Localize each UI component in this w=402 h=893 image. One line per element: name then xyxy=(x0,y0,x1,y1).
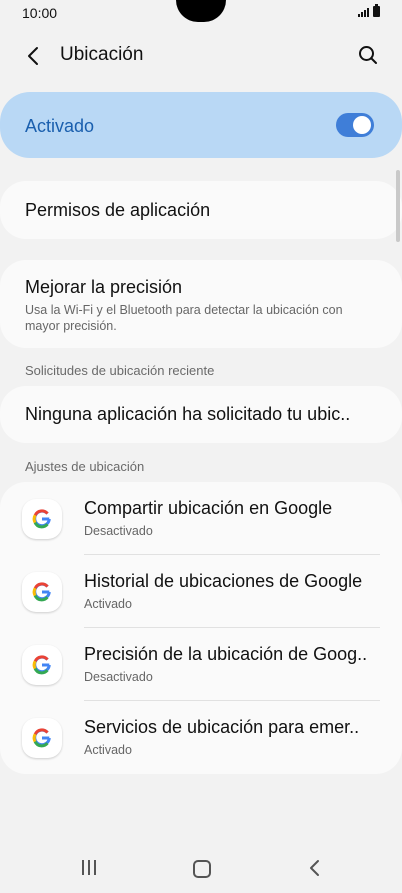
list-item-status: Activado xyxy=(84,597,132,611)
app-permissions-item[interactable]: Permisos de aplicación xyxy=(0,181,402,239)
toggle-knob xyxy=(353,116,371,134)
list-item-location-history[interactable]: Historial de ubicaciones de Google Activ… xyxy=(0,555,402,628)
location-toggle[interactable] xyxy=(336,113,374,137)
improve-accuracy-item[interactable]: Mejorar la precisión Usa la Wi-Fi y el B… xyxy=(0,260,402,348)
search-icon[interactable] xyxy=(356,43,380,67)
home-icon[interactable] xyxy=(193,860,211,878)
list-item-title: Compartir ubicación en Google xyxy=(84,498,333,518)
list-item-status: Activado xyxy=(84,743,132,757)
google-icon xyxy=(22,572,62,612)
location-settings-list: Compartir ubicación en Google Desactivad… xyxy=(0,482,402,774)
status-icons xyxy=(358,4,380,17)
list-item-title: Historial de ubicaciones de Google xyxy=(84,571,363,591)
back-arrow-icon[interactable] xyxy=(22,44,46,68)
google-icon xyxy=(22,718,62,758)
list-item-status: Desactivado xyxy=(84,670,153,684)
status-time: 10:00 xyxy=(22,5,58,21)
location-master-switch[interactable]: Activado xyxy=(0,92,402,158)
signal-icon xyxy=(358,7,369,17)
app-permissions-label: Permisos de aplicación xyxy=(25,200,211,220)
list-item-status: Desactivado xyxy=(84,524,153,538)
list-item-share-location[interactable]: Compartir ubicación en Google Desactivad… xyxy=(0,482,402,555)
recents-icon[interactable] xyxy=(82,860,96,875)
scrollbar[interactable] xyxy=(396,170,400,242)
list-item-title: Servicios de ubicación para emer.. xyxy=(84,717,360,737)
recent-requests-text: Ninguna aplicación ha solicitado tu ubic… xyxy=(25,404,351,424)
list-item-emergency-services[interactable]: Servicios de ubicación para emer.. Activ… xyxy=(0,701,402,774)
list-item-title: Precisión de la ubicación de Goog.. xyxy=(84,644,368,664)
battery-icon xyxy=(373,4,380,17)
improve-accuracy-title: Mejorar la precisión xyxy=(25,277,183,297)
app-header: Ubicación xyxy=(0,28,402,84)
list-item-location-accuracy[interactable]: Precisión de la ubicación de Goog.. Desa… xyxy=(0,628,402,701)
navigation-bar xyxy=(0,840,402,893)
status-bar: 10:00 xyxy=(0,0,402,28)
recent-requests-header: Solicitudes de ubicación reciente xyxy=(25,363,215,378)
recent-requests-item: Ninguna aplicación ha solicitado tu ubic… xyxy=(0,386,402,443)
master-switch-label: Activado xyxy=(25,116,95,136)
improve-accuracy-subtitle: Usa la Wi-Fi y el Bluetooth para detecta… xyxy=(25,303,343,333)
location-settings-header: Ajustes de ubicación xyxy=(25,459,145,474)
page-title: Ubicación xyxy=(60,44,144,65)
google-icon xyxy=(22,645,62,685)
nav-back-icon[interactable] xyxy=(308,859,322,877)
google-icon xyxy=(22,499,62,539)
camera-notch xyxy=(176,0,226,22)
